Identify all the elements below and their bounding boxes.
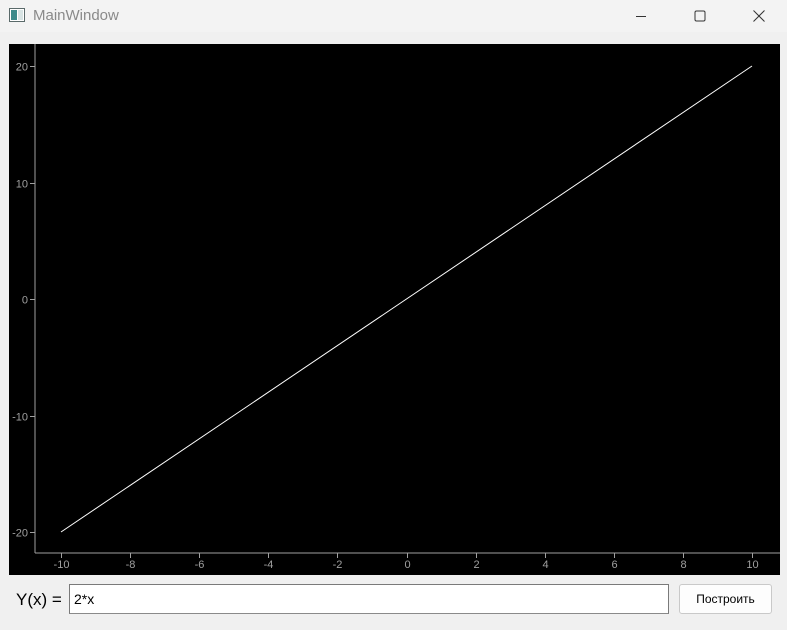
x-tick-label: 10 [746,559,758,571]
qt-window-icon [9,8,25,22]
series-line [60,65,753,533]
formula-label: Y(x) = [16,590,62,609]
x-tick-label: 2 [473,559,479,571]
y-tick-label: -10 [12,412,28,424]
y-tick-label: 20 [16,62,28,74]
x-tick-label: -10 [54,559,70,571]
x-tick-label: 8 [680,559,686,571]
plot-canvas[interactable]: -10 -8 -6 -4 -2 0 2 4 6 8 10-20-1001020 [9,44,780,575]
maximize-icon [694,10,706,22]
x-tick-label: 0 [404,559,410,571]
x-tick-label: -8 [126,559,136,571]
minimize-button[interactable] [618,0,664,32]
x-tick-label: 4 [542,559,548,571]
plot-widget[interactable]: -10 -8 -6 -4 -2 0 2 4 6 8 10 -20 -10 0 10 20 [9,44,780,575]
close-icon [753,10,765,22]
minimize-icon [635,10,647,22]
x-tick-label: -4 [264,559,274,571]
title-bar: MainWindow [0,0,787,32]
window-title: MainWindow [33,7,119,24]
close-button[interactable] [736,0,782,32]
formula-bar: Y(x) = Построить [0,575,787,630]
formula-input[interactable] [69,584,669,614]
main-window: MainWindow -10 -8 -6 -4 -2 0 2 4 6 8 10 -20 -10 0 10 20… [0,0,787,630]
x-tick-label: 6 [611,559,617,571]
y-tick-label: 0 [22,295,28,307]
plot-button[interactable]: Построить [679,584,772,614]
y-tick-label: -20 [12,528,28,540]
x-tick-label: -2 [333,559,343,571]
maximize-button[interactable] [677,0,723,32]
x-tick-label: -6 [195,559,205,571]
y-tick-label: 10 [16,179,28,191]
